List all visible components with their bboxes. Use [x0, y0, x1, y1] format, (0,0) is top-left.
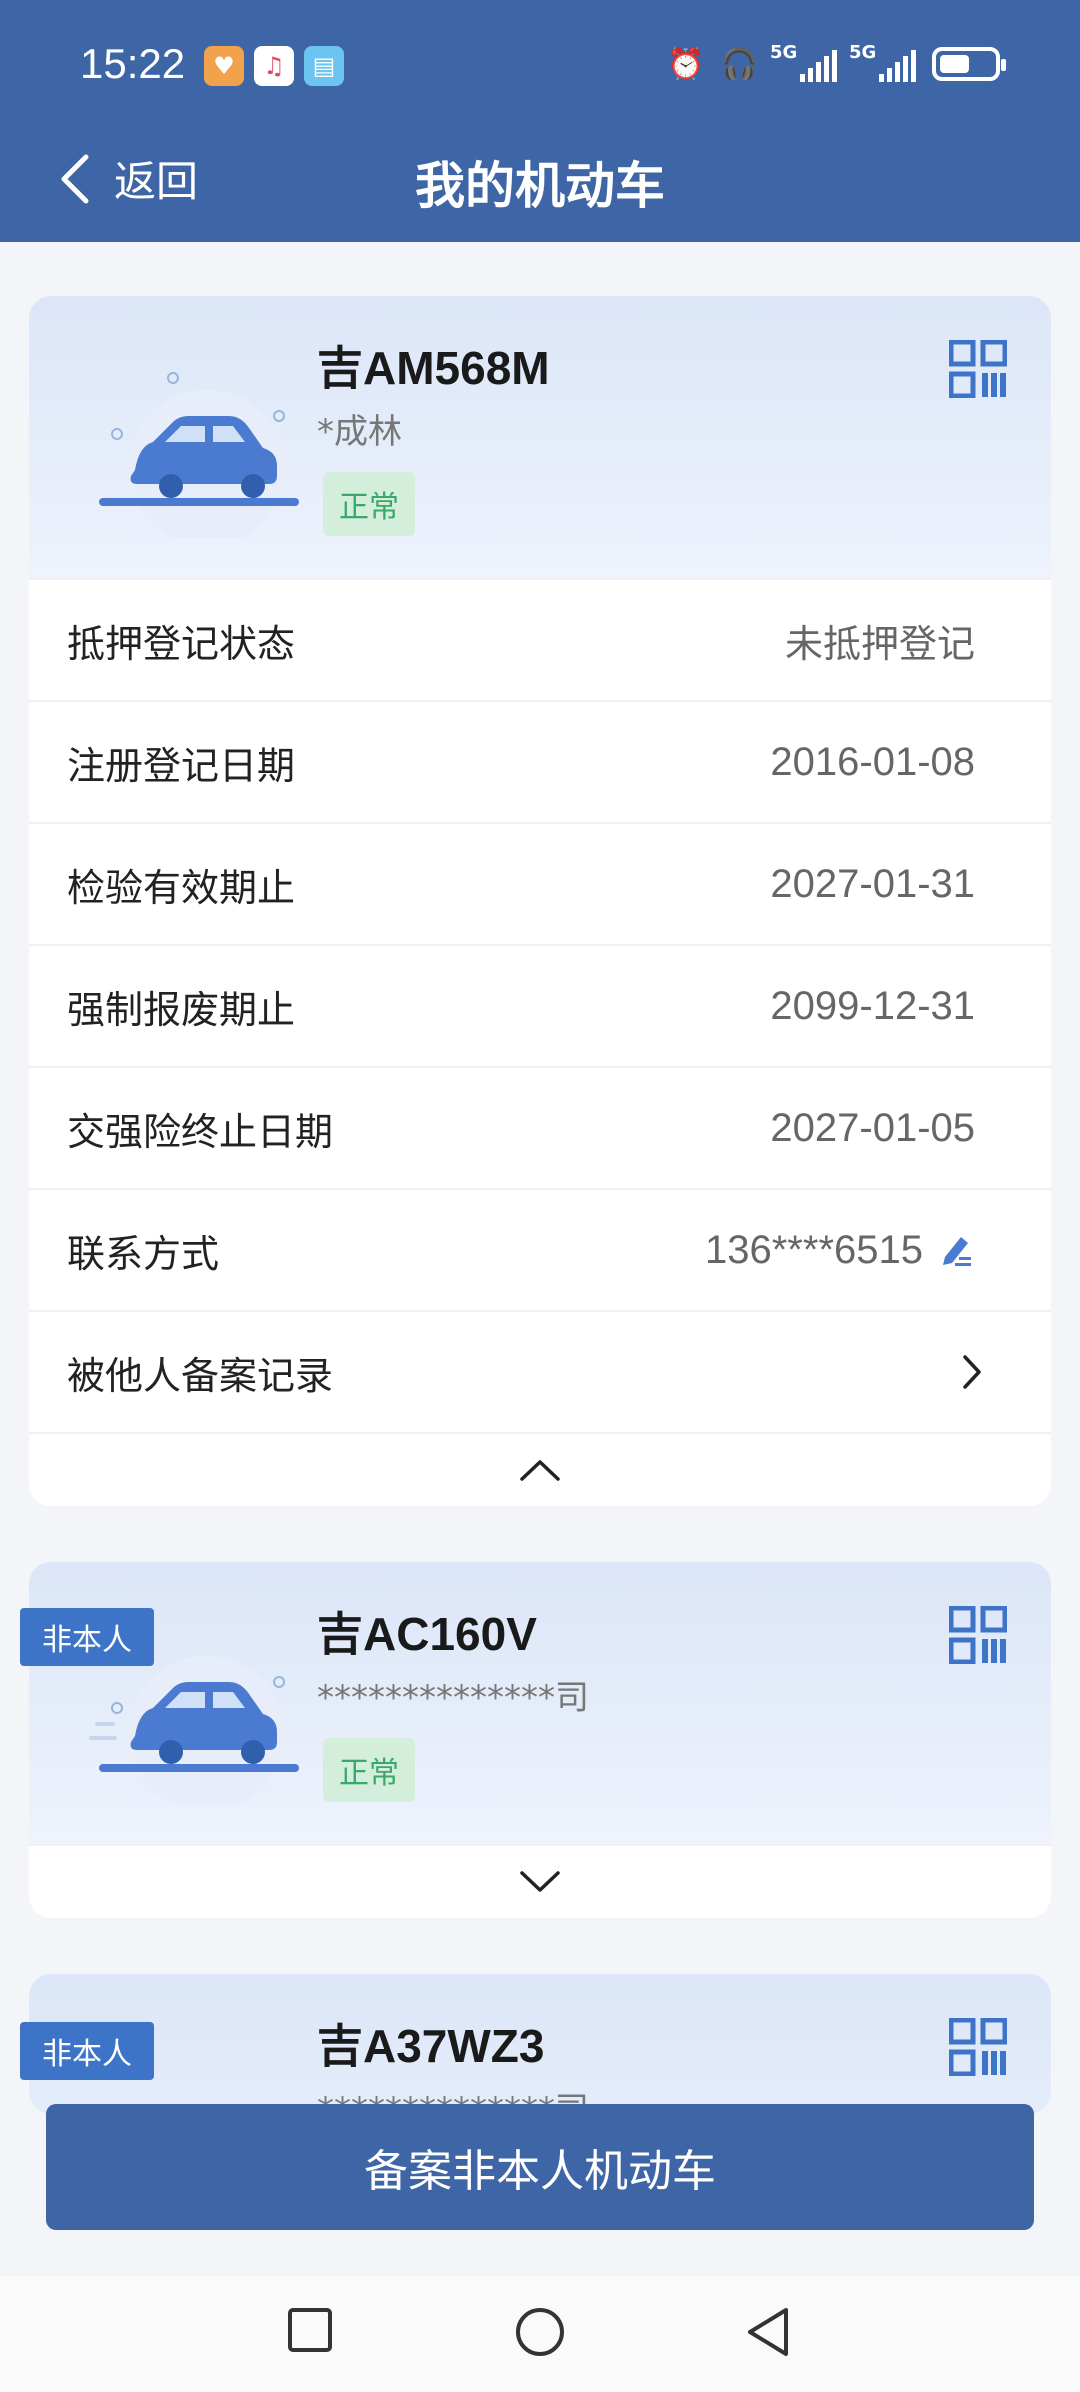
plate-number: 吉AM568M: [317, 342, 550, 394]
collapse-button[interactable]: [29, 1432, 1051, 1506]
chevron-up-icon: [520, 1460, 560, 1481]
recent-apps-button[interactable]: [286, 2306, 334, 2354]
insurance-expiry-row: 交强险终止日期 2027-01-05: [29, 1066, 1051, 1188]
notification-icons: ♥ ♫ ▤: [204, 46, 344, 86]
filing-record-row[interactable]: 被他人备案记录: [29, 1310, 1051, 1432]
system-nav-bar: [0, 2276, 1080, 2392]
non-self-badge: 非本人: [20, 2022, 154, 2080]
signal-icon: 5G: [770, 42, 837, 82]
alarm-icon: ⏰: [667, 46, 705, 82]
plate-number: 吉AC160V: [317, 1608, 537, 1660]
app-header: 15:22 ♥ ♫ ▤ ⏰ 🎧 5G 5G 返回 我的机动车: [0, 0, 1080, 242]
contact-phone: 136****6515: [705, 1227, 923, 1272]
register-non-self-vehicle-button[interactable]: 备案非本人机动车: [46, 2104, 1034, 2230]
status-badge: 正常: [323, 1738, 415, 1802]
book-app-icon: ▤: [304, 46, 344, 86]
scrap-date-row: 强制报废期止 2099-12-31: [29, 944, 1051, 1066]
vehicle-card: 吉A37WZ3 **************司: [29, 1974, 1051, 2114]
chevron-right-icon: [963, 1355, 981, 1389]
status-badge: 正常: [323, 472, 415, 536]
inspection-expiry-row: 检验有效期止 2027-01-31: [29, 822, 1051, 944]
vehicle-card-header[interactable]: 吉AM568M *成林 正常: [29, 296, 1051, 578]
status-bar: 15:22 ♥ ♫ ▤ ⏰ 🎧 5G 5G: [0, 40, 1080, 100]
registration-date-row: 注册登记日期 2016-01-08: [29, 700, 1051, 822]
battery-level: [940, 55, 969, 73]
non-self-badge: 非本人: [20, 1608, 154, 1666]
music-app-icon: ♫: [254, 46, 294, 86]
plate-number: 吉A37WZ3: [317, 2020, 545, 2072]
vehicle-card: 吉AC160V **************司 正常: [29, 1562, 1051, 1918]
vehicle-card-header[interactable]: 吉AC160V **************司 正常: [29, 1562, 1051, 1844]
back-nav-button[interactable]: [746, 2306, 792, 2358]
headphones-icon: 🎧: [720, 46, 758, 82]
edit-icon[interactable]: [937, 1231, 975, 1269]
owner-name: *成林: [317, 412, 402, 452]
status-time: 15:22: [80, 40, 186, 87]
contact-row: 联系方式 136****6515: [29, 1188, 1051, 1310]
page-title: 我的机动车: [415, 157, 665, 215]
vehicle-card: 吉AM568M *成林 正常 抵押登记状态 未抵押登记 注册登记日期 2016-…: [29, 296, 1051, 1506]
mortgage-status-row: 抵押登记状态 未抵押登记: [29, 578, 1051, 700]
nav-bar: 返回 我的机动车: [0, 140, 1080, 220]
qr-code-icon[interactable]: [949, 2018, 1007, 2076]
status-indicators: ⏰ 🎧 5G 5G: [667, 42, 1006, 82]
chevron-down-icon: [520, 1871, 560, 1892]
vehicle-card-header[interactable]: 吉A37WZ3 **************司: [29, 1974, 1051, 2114]
qr-code-icon[interactable]: [949, 1606, 1007, 1664]
heart-app-icon: ♥: [204, 46, 244, 86]
battery-icon: [932, 47, 1006, 81]
owner-name: **************司: [317, 1678, 589, 1718]
expand-button[interactable]: [29, 1844, 1051, 1918]
qr-code-icon[interactable]: [949, 340, 1007, 398]
home-button[interactable]: [514, 2306, 566, 2358]
car-icon: [99, 372, 299, 538]
signal-icon: 5G: [849, 42, 916, 82]
